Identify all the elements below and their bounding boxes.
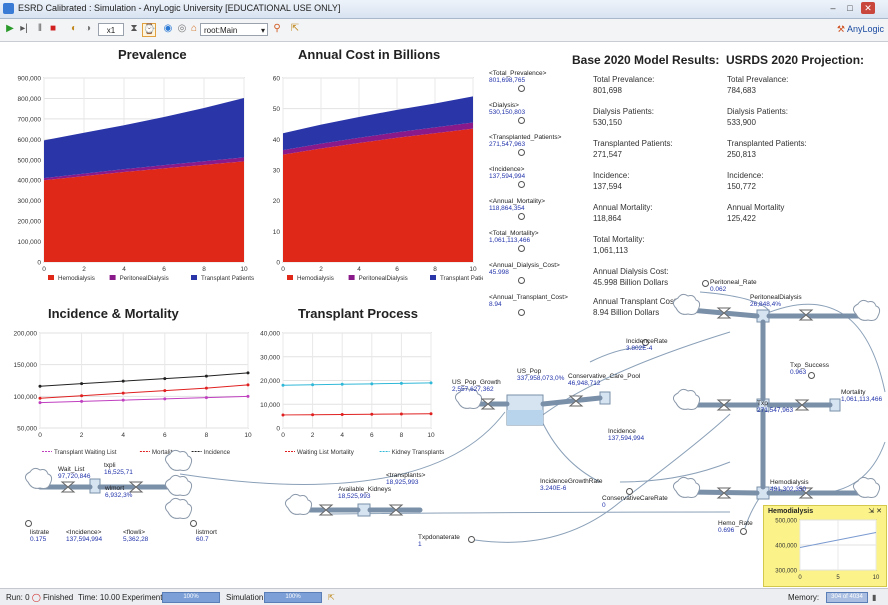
- hemodialysis-mini-chart: 500,000 400,000 300,0000 5 10: [775, 519, 880, 582]
- cloud-icon: [672, 476, 701, 498]
- cloud-icon: [672, 388, 701, 410]
- simulation-label: Simulation:: [226, 593, 266, 602]
- us-pop-label: US_Pop 337,958,073,0%: [517, 368, 565, 382]
- wlmort-label: wlmort 6,932,3%: [105, 485, 133, 499]
- us-pop-fill: [507, 410, 543, 425]
- x-tick-label: 5: [836, 575, 840, 581]
- txp-label: Txp 271,547,963: [757, 400, 794, 414]
- cloud-icon: [164, 449, 193, 471]
- chevron-down-icon: ▾: [260, 26, 265, 35]
- run-icon[interactable]: ▶: [4, 23, 16, 35]
- incidence-rate-label: IncidenceRate 3.802E-4: [626, 338, 668, 352]
- stock-flow-diagram: [24, 291, 886, 543]
- real-time-icon[interactable]: ⌚: [142, 23, 156, 37]
- pointer-icon[interactable]: ⇱: [289, 23, 301, 35]
- state-label: Finished: [43, 593, 74, 602]
- home-icon[interactable]: ⌂: [188, 23, 200, 35]
- window-title: ESRD Calibrated : Simulation - AnyLogic …: [18, 3, 341, 13]
- hemo-rate-label: Hemo_Rate 0.696: [718, 520, 753, 534]
- slow-down-icon[interactable]: ◐: [68, 23, 80, 35]
- mortality-label: Mortality 1,061,113,466: [841, 389, 883, 403]
- step-icon[interactable]: ▸|: [18, 23, 30, 35]
- incidence-mid-label: Incidence 137,594,994: [608, 428, 645, 442]
- listrate-label: listrate 0.175: [30, 529, 50, 543]
- time-label: Time: 10.00: [78, 593, 120, 602]
- speed-up-icon[interactable]: ◑: [82, 23, 94, 35]
- listmort-label: listmort 60.7: [196, 529, 217, 543]
- txpdonaterate-circle[interactable]: [468, 536, 475, 543]
- anylogic-brand[interactable]: ⚒ AnyLogic: [837, 24, 884, 35]
- experiment-icon[interactable]: ◉: [162, 23, 174, 35]
- hemo-panel-controls[interactable]: ⇲ ✕: [868, 507, 882, 515]
- y-tick-label: 400,000: [775, 544, 797, 550]
- brand-label: AnyLogic: [846, 24, 884, 34]
- view-select[interactable]: root:Main ▾: [200, 23, 268, 36]
- speed-field[interactable]: x1: [98, 23, 124, 36]
- run-value: Run: 0: [6, 593, 30, 602]
- navigate-to-icon[interactable]: ⚲: [271, 23, 283, 35]
- model-canvas: Prevalence Annual Cost in Billions Incid…: [0, 42, 888, 588]
- title-bar: ESRD Calibrated : Simulation - AnyLogic …: [0, 0, 888, 19]
- listmort-circle[interactable]: [190, 520, 197, 527]
- pointer-icon[interactable]: ⇱: [328, 593, 335, 602]
- y-tick-label: 500,000: [775, 519, 797, 525]
- close-button[interactable]: ✕: [861, 2, 875, 14]
- cloud-icon: [24, 467, 53, 489]
- experiment-progress: 100%: [162, 592, 220, 603]
- status-bar: Run: 0 ◯ Finished Time: 10.00 Experiment…: [0, 588, 888, 605]
- wait-list-label: Wait_List 97,720,846: [58, 466, 91, 480]
- cloud-icon: [672, 293, 701, 315]
- hemodialysis-inspect-panel[interactable]: Hemodialysis ⇲ ✕ 500,000 400,000 300,000 0 5…: [763, 505, 887, 587]
- view-select-value: root:Main: [204, 26, 238, 35]
- hemodialysis-label: Hemodialysis 491,302,350: [770, 479, 809, 493]
- peritoneal-rate-circle[interactable]: [702, 280, 709, 287]
- txpdonaterate-label: Txpdonaterate 1: [418, 534, 460, 548]
- cloud-icon: [284, 493, 313, 515]
- hemo-panel-title: Hemodialysis: [768, 508, 814, 515]
- memory-label: Memory:: [788, 593, 820, 602]
- run-label: Run: 0 ◯ Finished: [6, 593, 73, 602]
- pause-icon[interactable]: ‖: [34, 23, 46, 35]
- anylogic-logo-icon: ⚒: [836, 24, 845, 34]
- experiment-label: Experiment:: [122, 593, 165, 602]
- link-hemo-flow: [619, 461, 731, 483]
- finished-icon: ◯: [31, 593, 41, 602]
- incidence-left-label: <Incidence> 137,594,994: [66, 529, 103, 543]
- app-icon: [3, 3, 14, 14]
- x-tick-label: 0: [798, 575, 802, 581]
- minimize-button[interactable]: –: [826, 2, 840, 14]
- memory-bar: 304 of 4034: [826, 592, 868, 603]
- virtual-time-icon[interactable]: ⧗: [128, 23, 140, 35]
- toolbar: ▶ ▸| ‖ ■ ◐ ◑ x1 ⧗ ⌚ ◉ ◎ ⌂ root:Main ▾ ⚲ ⇱…: [0, 19, 888, 42]
- transplants-label: <transplants> 18,925,993: [386, 472, 426, 486]
- pipe-cons-care: [540, 395, 603, 407]
- y-tick-label: 300,000: [775, 569, 797, 575]
- link-incidence: [539, 416, 601, 483]
- cloud-icon: [164, 497, 193, 519]
- us-pop-growth-label: US_Pop_Growth 2,557,627,362: [452, 379, 501, 393]
- available-kidneys-label: Available_Kidneys 18,525,993: [338, 486, 391, 500]
- pin-icon[interactable]: ⇲: [868, 508, 874, 515]
- peritoneal-dialysis-label: PeritonealDialysis 26,848,4%: [750, 294, 802, 308]
- navigate-icon[interactable]: ◎: [176, 23, 188, 35]
- maximize-button[interactable]: □: [843, 2, 857, 14]
- txp-success-label: Txp_Success 0.963: [790, 362, 830, 376]
- link-wait-list: [179, 411, 506, 485]
- peritoneal-rate-label: Peritoneal_Rate 0.062: [710, 279, 757, 293]
- simulation-progress: 100%: [264, 592, 322, 603]
- conservative-care-rate-label: ConservativeCareRate 0: [602, 495, 668, 509]
- conservative-care-rate-circle[interactable]: [626, 488, 633, 495]
- close-icon[interactable]: ✕: [876, 508, 882, 515]
- incidence-growth-rate-label: IncidenceGrowthRate 3.240E-6: [540, 478, 603, 492]
- stop-icon[interactable]: ■: [47, 23, 59, 35]
- listrate-circle[interactable]: [25, 520, 32, 527]
- x-tick-label: 10: [873, 575, 880, 581]
- garbage-collect-icon[interactable]: ▮: [872, 593, 876, 602]
- txpli-label: txpli 16,525,71: [104, 462, 133, 476]
- flowli-label: <flowli> 5,362,28: [123, 529, 149, 543]
- cloud-icon: [164, 474, 193, 496]
- conservative-care-pool-label: Conservative_Care_Pool 46,948,712: [568, 373, 641, 387]
